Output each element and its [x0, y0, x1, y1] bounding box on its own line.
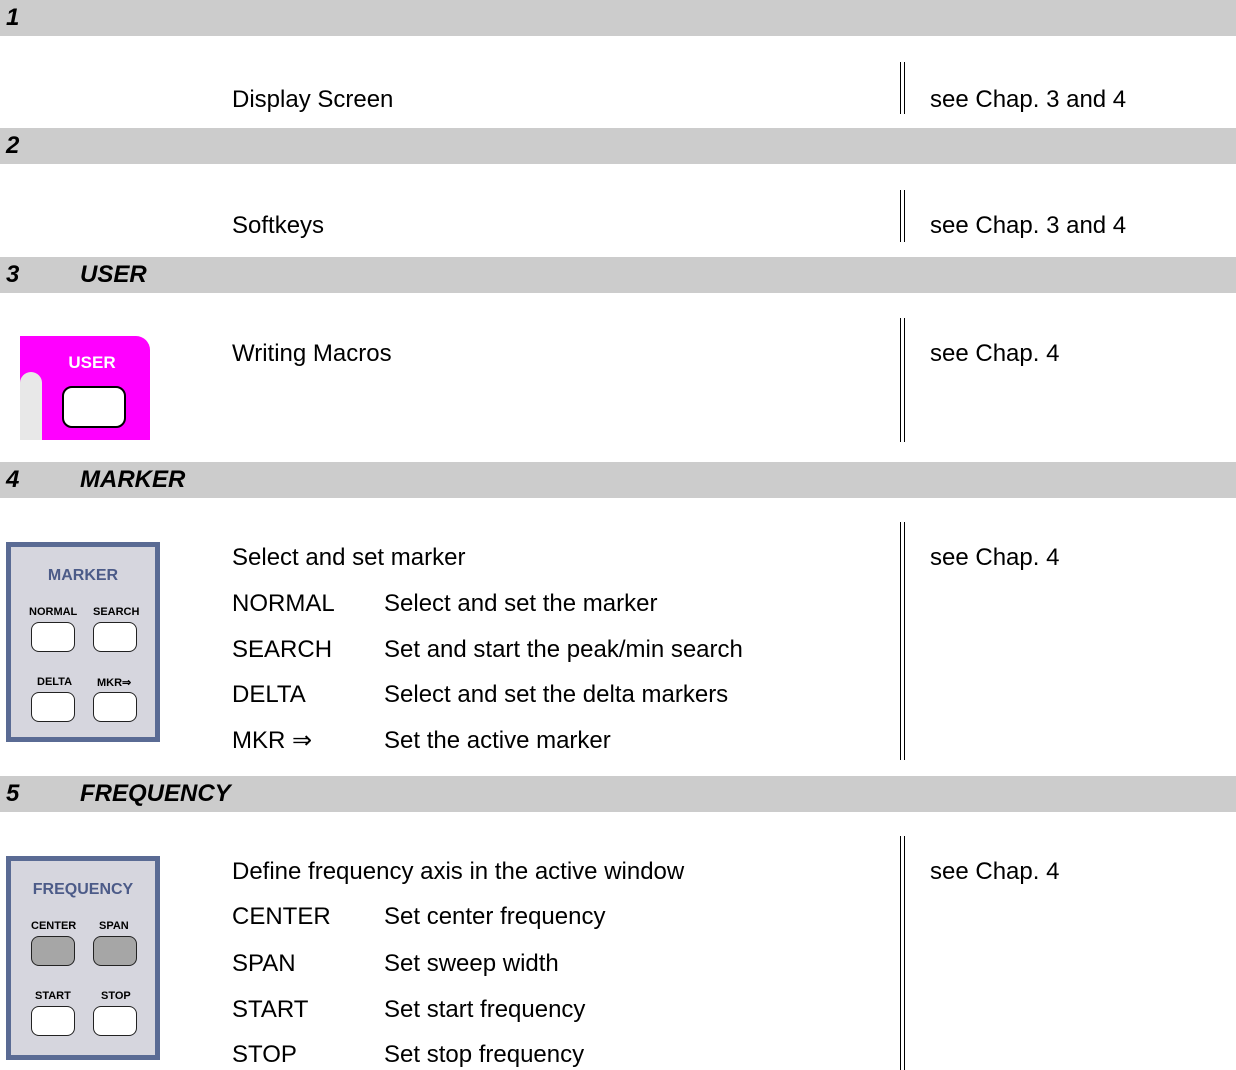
key-description: Set and start the peak/min search	[384, 636, 743, 663]
frequency-panel-title: FREQUENCY	[32, 881, 134, 898]
section-header-4: 4 MARKER	[0, 462, 1236, 498]
delta-key[interactable]	[31, 692, 75, 722]
section-header-3: 3 USER	[0, 257, 1236, 293]
key-description: Set stop frequency	[384, 1041, 585, 1068]
search-key[interactable]	[93, 622, 137, 652]
key-name: SEARCH	[232, 636, 333, 663]
stop-key-label: STOP	[101, 990, 131, 1002]
section-description: Softkeys	[232, 212, 325, 239]
user-key[interactable]	[62, 386, 126, 428]
mkr-key-label: MKR⇒	[97, 677, 132, 689]
vertical-rule	[900, 190, 905, 242]
delta-key-label: DELTA	[37, 676, 73, 688]
section-title: FREQUENCY	[80, 780, 231, 807]
key-name: DELTA	[232, 681, 306, 708]
key-name: START	[232, 996, 309, 1023]
section-title: MARKER	[80, 466, 186, 493]
key-description: Select and set the marker	[384, 590, 658, 617]
panel-shadow	[20, 372, 42, 440]
section-number: 2	[6, 132, 20, 159]
key-name: CENTER	[232, 903, 331, 930]
span-key[interactable]	[93, 936, 137, 966]
marker-panel-title: MARKER	[47, 567, 119, 584]
marker-key-panel: MARKER NORMAL SEARCH DELTA MKR⇒	[6, 542, 160, 742]
vertical-rule	[900, 522, 905, 760]
key-name: STOP	[232, 1041, 297, 1068]
chapter-reference: see Chap. 3 and 4	[930, 86, 1127, 113]
key-description: Set center frequency	[384, 903, 606, 930]
key-description: Set the active marker	[384, 727, 611, 754]
key-name: NORMAL	[232, 590, 335, 617]
key-name: MKR ⇒	[232, 727, 313, 754]
vertical-rule	[900, 62, 905, 114]
section-description: Define frequency axis in the active wind…	[232, 858, 685, 885]
mkr-key[interactable]	[93, 692, 137, 722]
stop-key[interactable]	[93, 1006, 137, 1036]
search-key-label: SEARCH	[93, 606, 140, 618]
section-description: Display Screen	[232, 86, 394, 113]
section-title: USER	[80, 261, 147, 288]
section-description: Writing Macros	[232, 340, 392, 367]
key-description: Set start frequency	[384, 996, 586, 1023]
start-key[interactable]	[31, 1006, 75, 1036]
section-header-1: 1	[0, 0, 1236, 36]
chapter-reference: see Chap. 4	[930, 544, 1060, 571]
chapter-reference: see Chap. 4	[930, 340, 1060, 367]
chapter-reference: see Chap. 4	[930, 858, 1060, 885]
normal-key[interactable]	[31, 622, 75, 652]
chapter-reference: see Chap. 3 and 4	[930, 212, 1127, 239]
frequency-key-panel: FREQUENCY CENTER SPAN START STOP	[6, 856, 160, 1060]
vertical-rule	[900, 836, 905, 1070]
section-header-5: 5 FREQUENCY	[0, 776, 1236, 812]
start-key-label: START	[35, 990, 71, 1002]
section-description: Select and set marker	[232, 544, 466, 571]
user-key-panel: USER	[20, 336, 150, 440]
key-description: Set sweep width	[384, 950, 559, 977]
center-key[interactable]	[31, 936, 75, 966]
section-header-2: 2	[0, 128, 1236, 164]
section-number: 1	[6, 4, 20, 31]
key-description: Select and set the delta markers	[384, 681, 729, 708]
section-number: 5	[6, 780, 20, 807]
normal-key-label: NORMAL	[29, 606, 78, 618]
span-key-label: SPAN	[99, 920, 129, 932]
center-key-label: CENTER	[31, 920, 77, 932]
key-name: SPAN	[232, 950, 296, 977]
vertical-rule	[900, 318, 905, 442]
user-panel-label: USER	[68, 353, 116, 372]
section-number: 3	[6, 261, 20, 288]
section-number: 4	[6, 466, 20, 493]
